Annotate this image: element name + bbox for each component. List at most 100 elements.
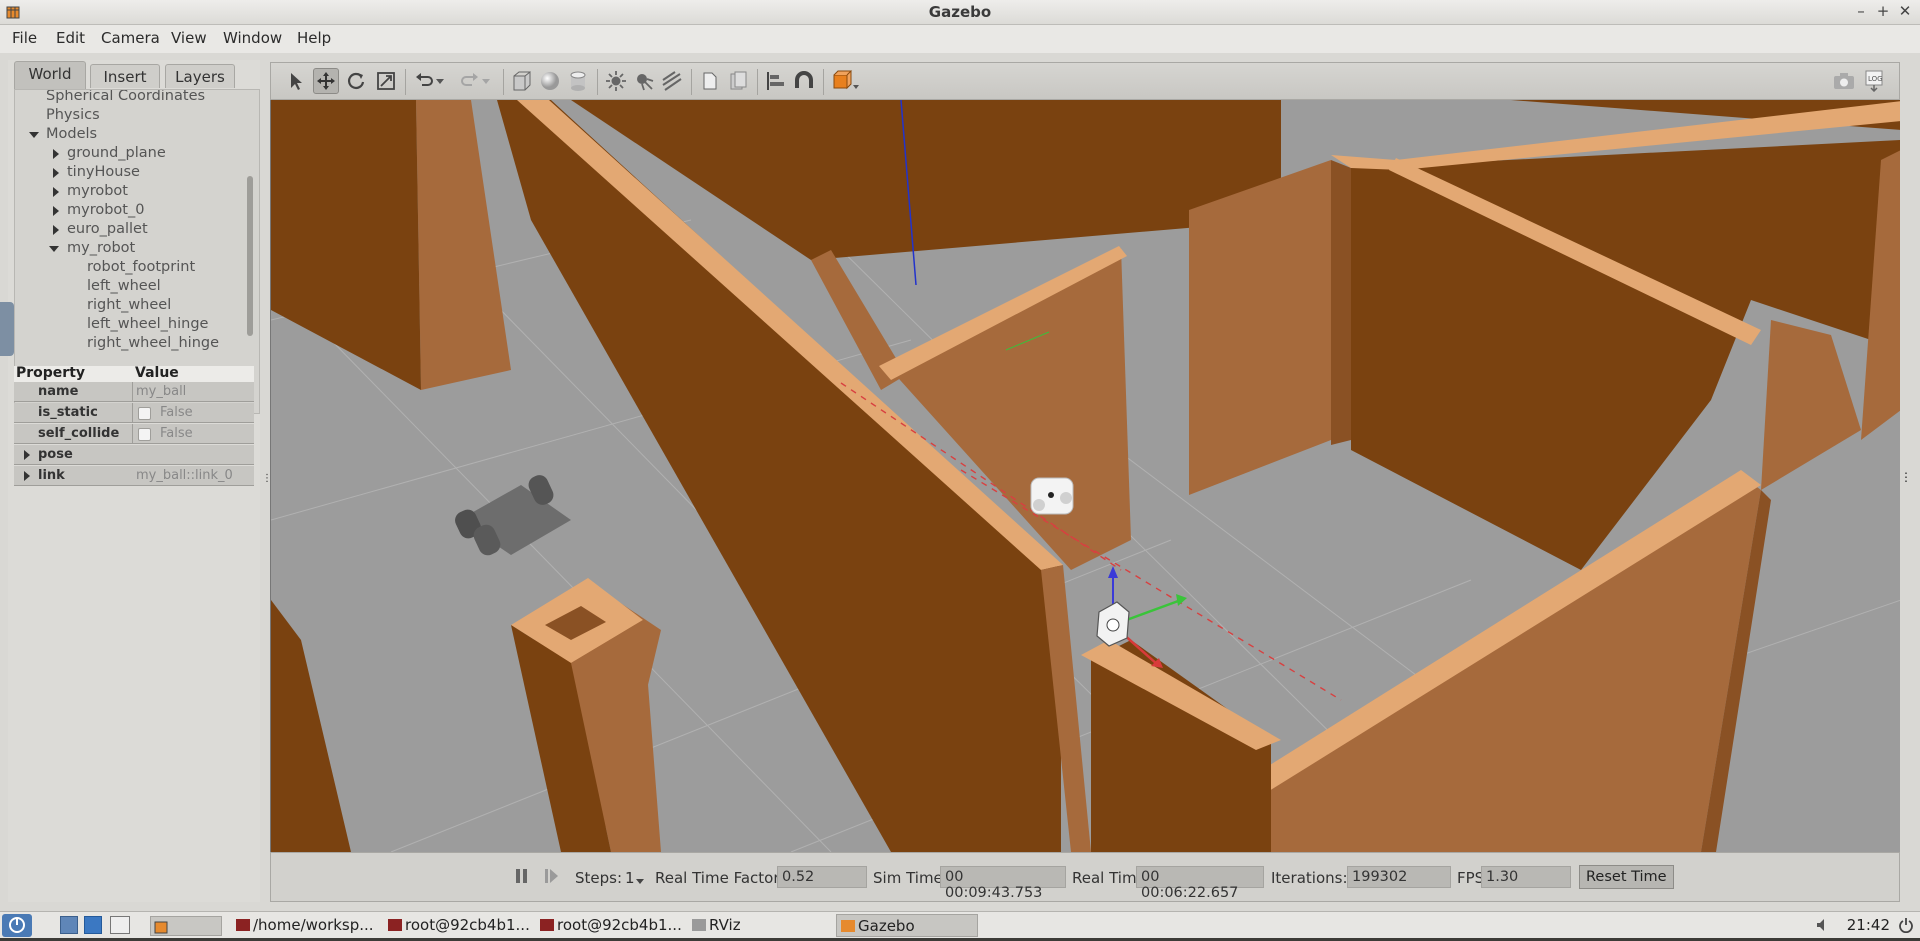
tree-item-models[interactable]: Models: [46, 126, 97, 145]
tree-item-ground-plane[interactable]: ground_plane: [67, 145, 166, 164]
tree-item-myrobot-0[interactable]: myrobot_0: [67, 202, 144, 221]
tab-layers[interactable]: Layers: [165, 64, 235, 88]
property-value[interactable]: my_ball: [136, 384, 186, 399]
tree-item-left-wheel[interactable]: left_wheel: [87, 278, 161, 297]
close-icon[interactable]: ✕: [1896, 2, 1914, 20]
expand-arrow-icon[interactable]: [53, 168, 59, 178]
box-icon[interactable]: [509, 68, 535, 94]
side-handle[interactable]: [0, 302, 14, 356]
file-manager-icon[interactable]: [60, 916, 78, 934]
tree-item-euro-pallet[interactable]: euro_pallet: [67, 221, 148, 240]
toolbar-separator: [405, 69, 406, 95]
expand-arrow-icon[interactable]: [53, 149, 59, 159]
tree-item-left-wheel-hinge[interactable]: left_wheel_hinge: [87, 316, 208, 335]
window-switcher-icon[interactable]: [110, 916, 130, 934]
tree-item-myrobot[interactable]: myrobot: [67, 183, 128, 202]
workspace-pager[interactable]: [150, 916, 222, 936]
terminal-icon: [388, 919, 402, 931]
tree-scrollbar[interactable]: [247, 176, 253, 336]
property-row-is-static[interactable]: is_static False: [14, 403, 254, 423]
steps-value[interactable]: 1: [625, 869, 635, 887]
point-light-icon[interactable]: [603, 68, 629, 94]
tab-insert[interactable]: Insert: [90, 64, 160, 88]
property-key: link: [38, 468, 65, 483]
property-row-link[interactable]: link my_ball::link_0: [14, 466, 254, 486]
panel-tabs: World Insert Layers: [10, 60, 260, 89]
log-icon[interactable]: LOG: [1861, 68, 1887, 94]
menu-view[interactable]: View: [171, 29, 207, 47]
redo-dropdown-icon[interactable]: [479, 68, 493, 94]
panel-splitter[interactable]: ⋮: [260, 60, 272, 902]
real-time-factor-label: Real Time Factor:: [655, 869, 785, 887]
select-arrow-icon[interactable]: [283, 68, 309, 94]
tree-item-physics[interactable]: Physics: [46, 107, 100, 126]
tree-item-right-wheel[interactable]: right_wheel: [87, 297, 171, 316]
tree-item-spherical-coordinates[interactable]: Spherical Coordinates: [46, 90, 205, 107]
task-label: RViz: [709, 916, 741, 934]
step-icon[interactable]: [539, 863, 565, 889]
menu-window[interactable]: Window: [223, 29, 282, 47]
simulation-status-bar: Steps: 1 Real Time Factor: 0.52 Sim Time…: [270, 852, 1900, 902]
tree-item-robot-footprint[interactable]: robot_footprint: [87, 259, 195, 278]
expand-arrow-icon[interactable]: [53, 225, 59, 235]
volume-icon[interactable]: [1816, 918, 1832, 932]
sim-time-field: 00 00:09:43.753: [940, 866, 1066, 901]
gazebo-icon: [841, 920, 855, 932]
paste-icon[interactable]: [725, 68, 751, 94]
steps-label: Steps:: [575, 869, 623, 887]
steps-dropdown-icon[interactable]: [635, 877, 645, 885]
tree-item-tinyhouse[interactable]: tinyHouse: [67, 164, 140, 183]
property-row-name[interactable]: name my_ball: [14, 382, 254, 402]
tree-item-right-wheel-hinge[interactable]: right_wheel_hinge: [87, 335, 219, 354]
menu-camera[interactable]: Camera: [101, 29, 160, 47]
expand-arrow-icon[interactable]: [53, 187, 59, 197]
iterations-field: 199302: [1347, 866, 1451, 888]
menu-help[interactable]: Help: [297, 29, 331, 47]
undo-dropdown-icon[interactable]: [433, 68, 447, 94]
collapse-arrow-icon[interactable]: [29, 132, 39, 138]
tree-item-my-robot[interactable]: my_robot: [67, 240, 135, 259]
3d-viewport[interactable]: [270, 100, 1900, 852]
power-icon[interactable]: [1898, 917, 1914, 934]
reset-time-button[interactable]: Reset Time: [1579, 865, 1674, 889]
minimize-icon[interactable]: –: [1852, 2, 1870, 20]
directional-light-icon[interactable]: [659, 68, 685, 94]
sphere-icon[interactable]: [537, 68, 563, 94]
taskbar-item-files[interactable]: /home/worksp...: [232, 914, 380, 937]
scene-render[interactable]: [271, 100, 1900, 852]
cylinder-icon[interactable]: [565, 68, 591, 94]
taskbar-item-rviz[interactable]: RViz: [688, 914, 836, 937]
translate-icon[interactable]: [313, 68, 339, 94]
is-static-checkbox[interactable]: [138, 407, 151, 420]
toolbar: LOG: [270, 62, 1900, 100]
tab-world[interactable]: World: [14, 61, 86, 89]
browser-icon[interactable]: [84, 916, 102, 934]
property-row-self-collide[interactable]: self_collide False: [14, 424, 254, 444]
menu-bar: File Edit Camera View Window Help: [0, 25, 1920, 53]
taskbar-item-terminal-1[interactable]: root@92cb4b1...: [384, 914, 532, 937]
scale-icon[interactable]: [373, 68, 399, 94]
start-menu-icon[interactable]: [2, 914, 32, 937]
taskbar-item-terminal-2[interactable]: root@92cb4b1...: [536, 914, 684, 937]
taskbar-item-gazebo[interactable]: Gazebo: [836, 914, 978, 937]
terminal-icon: [540, 919, 554, 931]
collapse-arrow-icon[interactable]: [49, 246, 59, 252]
menu-edit[interactable]: Edit: [56, 29, 85, 47]
copy-icon[interactable]: [697, 68, 723, 94]
right-splitter-grip-icon[interactable]: ⋮: [1900, 470, 1912, 484]
expand-arrow-icon[interactable]: [53, 206, 59, 216]
wall: [1331, 160, 1351, 445]
spot-light-icon[interactable]: [631, 68, 657, 94]
snap-icon[interactable]: [791, 68, 817, 94]
property-key: self_collide: [14, 424, 133, 444]
align-icon[interactable]: [763, 68, 789, 94]
self-collide-checkbox[interactable]: [138, 428, 151, 441]
pause-icon[interactable]: [509, 863, 535, 889]
maximize-icon[interactable]: +: [1874, 2, 1892, 20]
menu-file[interactable]: File: [12, 29, 37, 47]
view-angle-icon[interactable]: [829, 68, 863, 94]
property-row-pose[interactable]: pose: [14, 445, 254, 465]
screenshot-icon[interactable]: [1831, 68, 1857, 94]
rotate-icon[interactable]: [343, 68, 369, 94]
sim-time-label: Sim Time:: [873, 869, 948, 887]
